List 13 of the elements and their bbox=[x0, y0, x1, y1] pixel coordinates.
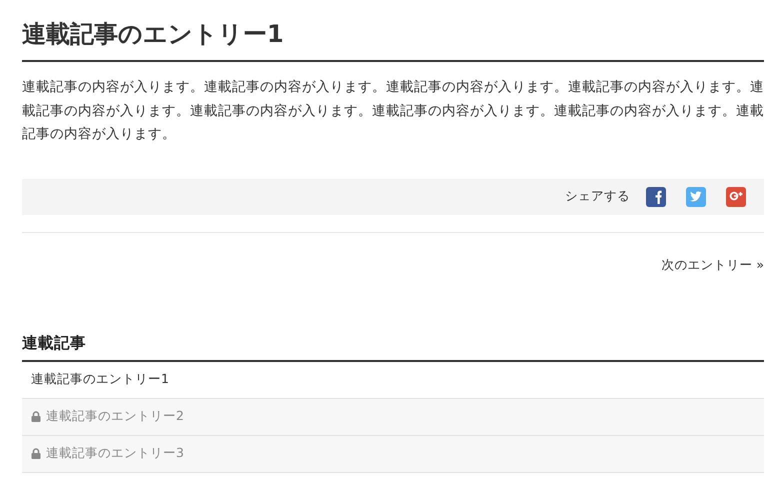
article-title: 連載記事のエントリー1 bbox=[22, 18, 764, 62]
series-entry[interactable]: 連載記事のエントリー1 bbox=[22, 362, 764, 398]
lock-icon bbox=[31, 448, 41, 459]
bird-icon[interactable] bbox=[686, 186, 706, 206]
article-body: 連載記事の内容が入ります。連載記事の内容が入ります。連載記事の内容が入ります。連載記事の内容が入ります。連載記事の内容が入ります。連載記事の内容が入ります。連載記事の内容が入ります。連載記事の内容が入ります。連載記事の内容が入ります。 bbox=[22, 78, 764, 144]
lock-icon bbox=[31, 411, 41, 422]
entry-title: 連載記事のエントリー3 bbox=[46, 445, 184, 462]
share-label: シェアする bbox=[565, 188, 630, 205]
entry-title: 連載記事のエントリー1 bbox=[31, 371, 169, 388]
google-plus-icon[interactable] bbox=[726, 186, 746, 206]
entry-title: 連載記事のエントリー2 bbox=[46, 408, 184, 425]
facebook-icon[interactable] bbox=[646, 186, 666, 206]
next-entry-link[interactable]: 次のエントリー » bbox=[661, 256, 764, 272]
